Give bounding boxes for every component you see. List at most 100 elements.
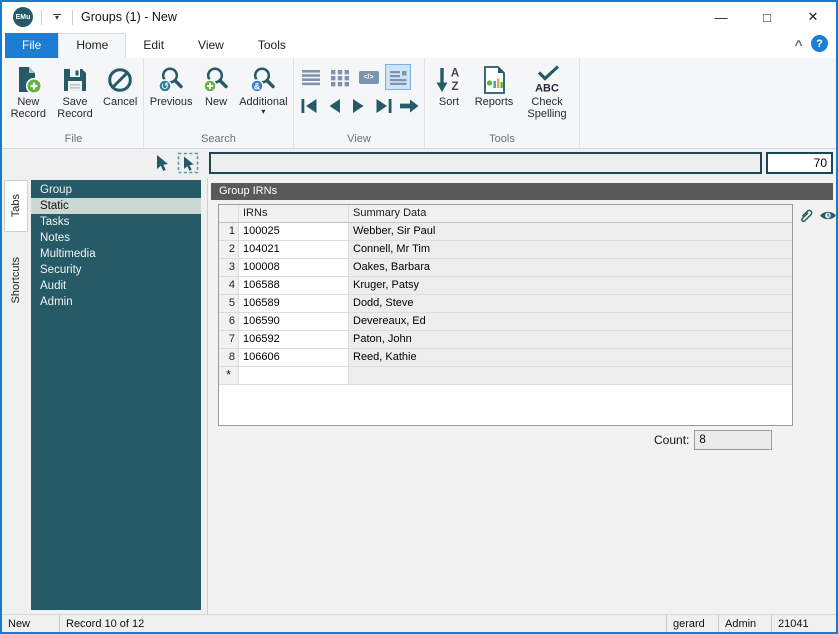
attach-button[interactable]	[796, 206, 815, 225]
col-header-rownum	[219, 205, 239, 222]
table-row[interactable]: 1 100025 Webber, Sir Paul	[219, 223, 792, 241]
save-record-button[interactable]: Save Record	[52, 60, 99, 121]
status-number: 21041	[771, 615, 836, 633]
tab-file[interactable]: File	[5, 33, 58, 58]
cancel-button[interactable]: Cancel	[98, 60, 142, 108]
previous-search-icon: ↺	[156, 64, 186, 96]
table-row[interactable]: 8 106606 Reed, Kathie	[219, 349, 792, 367]
new-search-button[interactable]: New	[197, 60, 234, 108]
sidebar-item-multimedia[interactable]: Multimedia	[31, 246, 201, 262]
table-new-row[interactable]: *	[219, 367, 792, 385]
body-row: Tabs Shortcuts Group Static Tasks Notes …	[2, 178, 836, 614]
irn-cell[interactable]: 100025	[239, 223, 349, 240]
sidebar-item-notes[interactable]: Notes	[31, 230, 201, 246]
ribbon-group-search: ↺ Previous New	[144, 58, 294, 148]
col-header-summary[interactable]: Summary Data	[349, 205, 792, 222]
irn-cell[interactable]: 106590	[239, 313, 349, 330]
ribbon: New Record Save Record	[2, 58, 836, 149]
panel-header: Group IRNs	[211, 183, 833, 200]
sidebar-item-tasks[interactable]: Tasks	[31, 214, 201, 230]
row-number: 2	[219, 241, 239, 258]
sort-icon: A Z	[434, 64, 464, 96]
view-attachment-button[interactable]	[818, 206, 838, 225]
previous-search-button[interactable]: ↺ Previous	[145, 60, 197, 108]
caret-down-icon: ▾	[261, 108, 265, 117]
row-number: 7	[219, 331, 239, 348]
sidebar-strip-tabs[interactable]: Tabs	[4, 180, 28, 232]
tab-edit[interactable]: Edit	[126, 33, 181, 58]
irn-cell[interactable]: 106592	[239, 331, 349, 348]
check-spelling-icon: ABC	[531, 64, 563, 96]
row-number: 4	[219, 277, 239, 294]
help-icon[interactable]: ?	[811, 35, 828, 52]
reports-label: Reports	[475, 96, 514, 108]
view-code-button[interactable]: </>	[356, 64, 382, 90]
sidebar-item-static[interactable]: Static	[31, 198, 201, 214]
status-user: gerard	[666, 615, 718, 633]
sidebar-strip-shortcuts[interactable]: Shortcuts	[4, 236, 28, 324]
table-row[interactable]: 2 104021 Connell, Mr Tim	[219, 241, 792, 259]
sidebar-item-security[interactable]: Security	[31, 262, 201, 278]
table-row[interactable]: 4 106588 Kruger, Patsy	[219, 277, 792, 295]
new-record-button[interactable]: New Record	[5, 60, 52, 121]
summary-cell: Paton, John	[349, 331, 792, 348]
sidebar-item-group[interactable]: Group	[31, 182, 201, 198]
nav-first-button[interactable]	[298, 94, 321, 118]
irn-cell-empty[interactable]	[239, 367, 349, 384]
titlebar-separator	[41, 10, 42, 25]
nav-next-button[interactable]	[348, 94, 371, 118]
sidebar-item-audit[interactable]: Audit	[31, 278, 201, 294]
new-record-icon	[13, 64, 43, 96]
previous-search-label: Previous	[150, 96, 193, 108]
maximize-button[interactable]: □	[744, 2, 790, 32]
summary-cell-empty	[349, 367, 792, 384]
irn-cell[interactable]: 106588	[239, 277, 349, 294]
count-label: Count:	[654, 433, 689, 447]
nav-previous-button[interactable]	[323, 94, 346, 118]
sort-z-glyph: Z	[451, 81, 458, 93]
paperclip-icon	[796, 206, 815, 225]
close-button[interactable]: ✕	[790, 2, 836, 32]
row-number: 1	[219, 223, 239, 240]
tab-home[interactable]: Home	[58, 33, 126, 58]
nav-last-button[interactable]	[373, 94, 396, 118]
table-row[interactable]: 6 106590 Devereaux, Ed	[219, 313, 792, 331]
irn-cell[interactable]: 104021	[239, 241, 349, 258]
cancel-label: Cancel	[103, 96, 137, 108]
table-row[interactable]: 7 106592 Paton, John	[219, 331, 792, 349]
ribbon-collapse-icon[interactable]: ∧	[792, 38, 804, 49]
view-grid-button[interactable]	[327, 64, 353, 90]
table-row[interactable]: 3 100008 Oakes, Barbara	[219, 259, 792, 277]
count-field[interactable]	[694, 430, 772, 450]
sidebar-item-admin[interactable]: Admin	[31, 294, 201, 310]
select-all-cursor-icon[interactable]	[177, 152, 199, 174]
group-name-field[interactable]	[209, 152, 762, 174]
emu-logo-icon: EMu	[13, 7, 33, 27]
tab-tools[interactable]: Tools	[241, 33, 303, 58]
irn-cell[interactable]: 100008	[239, 259, 349, 276]
tab-view[interactable]: View	[181, 33, 241, 58]
irn-cell[interactable]: 106589	[239, 295, 349, 312]
quick-access-dropdown[interactable]: ▾	[50, 14, 64, 21]
last-record-icon	[374, 97, 394, 115]
nav-goto-button[interactable]	[398, 94, 421, 118]
status-record: Record 10 of 12	[59, 615, 259, 633]
reports-button[interactable]: Reports	[469, 60, 519, 108]
view-details-button[interactable]	[385, 64, 411, 90]
minimize-button[interactable]: —	[698, 2, 744, 32]
table-row[interactable]: 5 106589 Dodd, Steve	[219, 295, 792, 313]
ribbon-group-tools: A Z Sort	[425, 58, 580, 148]
irn-cell[interactable]: 106606	[239, 349, 349, 366]
sidebar: Tabs Shortcuts Group Static Tasks Notes …	[2, 178, 208, 614]
check-spelling-button[interactable]: ABC Check Spelling	[519, 60, 575, 121]
reports-icon	[480, 64, 508, 96]
row-number: 8	[219, 349, 239, 366]
select-cursor-icon[interactable]	[151, 152, 173, 174]
record-number-field[interactable]	[766, 152, 833, 174]
summary-cell: Webber, Sir Paul	[349, 223, 792, 240]
sort-button[interactable]: A Z Sort	[429, 60, 469, 108]
col-header-irns[interactable]: IRNs	[239, 205, 349, 222]
new-search-label: New	[205, 96, 227, 108]
view-list-button[interactable]	[298, 64, 324, 90]
additional-search-button[interactable]: & Additional ▾	[235, 60, 292, 117]
